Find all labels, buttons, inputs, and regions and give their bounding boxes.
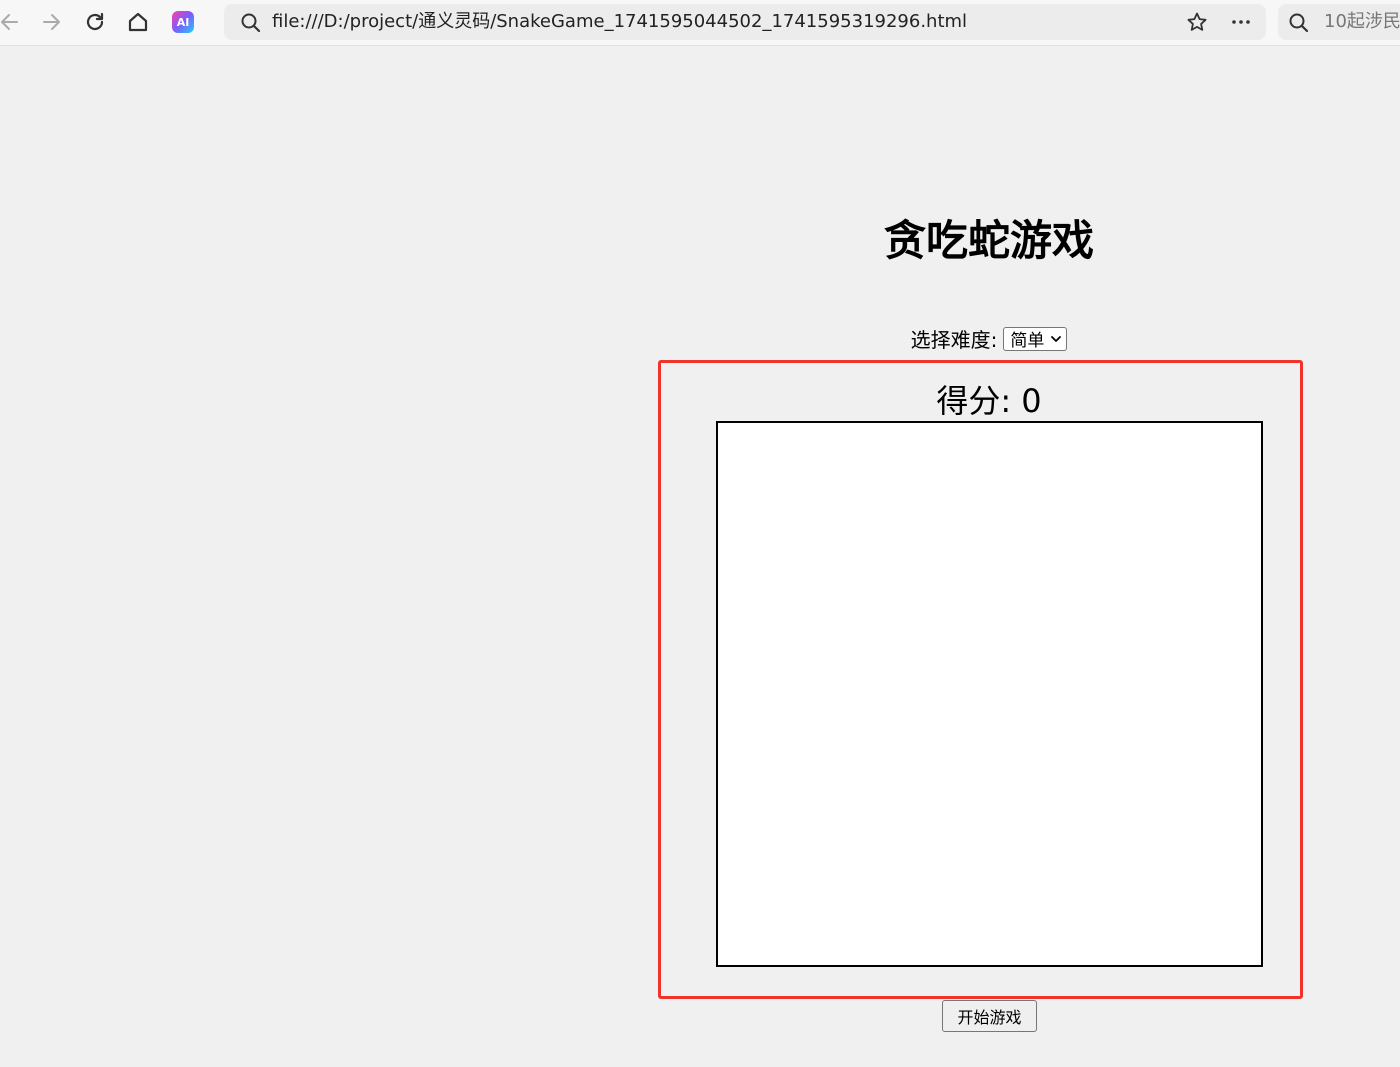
arrow-left-icon: [1, 14, 18, 30]
chevron-down-icon: [1050, 333, 1062, 345]
side-search-box[interactable]: 10起涉民: [1278, 4, 1400, 40]
difficulty-label: 选择难度:: [910, 328, 998, 352]
home-icon: [128, 12, 148, 32]
difficulty-selected-value: 简单: [1010, 331, 1045, 351]
star-icon[interactable]: [1186, 11, 1208, 37]
game-canvas[interactable]: [716, 421, 1263, 967]
start-game-button[interactable]: 开始游戏: [942, 1000, 1037, 1032]
page-title: 贪吃蛇游戏: [883, 216, 1094, 265]
more-options-icon[interactable]: [1230, 11, 1252, 37]
difficulty-row: 选择难度: 简单: [780, 324, 1198, 353]
score-display: 得分: 0: [936, 382, 1042, 420]
home-button[interactable]: [124, 8, 152, 36]
forward-button[interactable]: [37, 8, 65, 36]
reload-button[interactable]: [81, 8, 109, 36]
search-icon: [240, 12, 262, 38]
side-search-text: 10起涉民: [1324, 11, 1400, 32]
url-text[interactable]: file:///D:/project/通义灵码/SnakeGame_174159…: [272, 4, 967, 40]
back-button[interactable]: [0, 8, 24, 36]
arrow-right-icon: [43, 14, 60, 30]
reload-icon: [86, 12, 104, 31]
address-bar[interactable]: file:///D:/project/通义灵码/SnakeGame_174159…: [224, 4, 1266, 40]
browser-toolbar: AI file:///D:/project/通义灵码/SnakeGame_174…: [0, 0, 1400, 46]
difficulty-select[interactable]: 简单: [1003, 326, 1068, 351]
ai-label: AI: [176, 15, 190, 29]
search-icon: [1288, 12, 1310, 38]
ai-assistant-icon[interactable]: AI: [172, 11, 194, 33]
